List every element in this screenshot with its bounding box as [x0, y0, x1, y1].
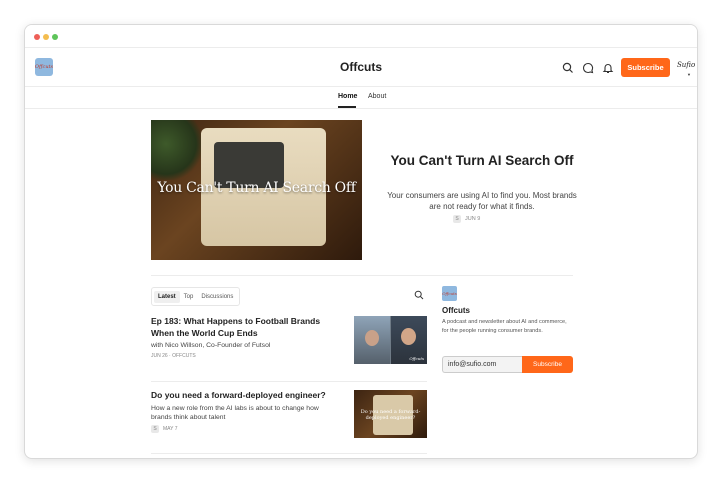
sidebar-publication-name[interactable]: Offcuts	[442, 306, 470, 315]
tab-latest[interactable]: Latest	[154, 290, 180, 303]
post-title[interactable]: Ep 183: What Happens to Football Brands …	[151, 316, 341, 339]
browser-window: Offcuts Offcuts Subscribe Sufio ▼ Home A…	[24, 24, 698, 459]
maximize-window-button[interactable]	[52, 34, 58, 40]
post-subtitle: How a new role from the AI labs is about…	[151, 405, 319, 421]
post-date: MAY 7	[163, 426, 178, 432]
post-thumbnail[interactable]: Do you need a forward-deployed engineer?	[354, 390, 427, 438]
sidebar-logo[interactable]: Offcuts	[442, 286, 457, 301]
minimize-window-button[interactable]	[43, 34, 49, 40]
chat-icon[interactable]	[582, 62, 594, 74]
featured-image-caption: You Can't Turn AI Search Off	[157, 180, 356, 196]
featured-post-date: JUN 9	[465, 216, 481, 222]
header-subscribe-button[interactable]: Subscribe	[621, 58, 670, 77]
guest-portrait	[365, 330, 379, 346]
sidebar-logo-text: Offcuts	[442, 291, 457, 296]
post-meta: JUN 26 · OFFCUTS	[151, 353, 196, 359]
bell-icon[interactable]	[602, 62, 614, 74]
chevron-down-icon[interactable]: ▼	[687, 72, 691, 77]
featured-post-image[interactable]: You Can't Turn AI Search Off	[151, 120, 362, 260]
tab-home[interactable]: Home	[338, 93, 357, 100]
post-title[interactable]: Do you need a forward-deployed engineer?	[151, 390, 341, 402]
featured-post-meta: S JUN 9	[453, 215, 480, 223]
list-divider	[151, 453, 427, 454]
post-meta: S MAY 7	[151, 425, 178, 433]
active-tab-underline	[338, 106, 356, 108]
thumbnail-logo-text: Offcuts	[409, 356, 424, 361]
tab-discussions[interactable]: Discussions	[197, 291, 237, 303]
window-titlebar	[25, 25, 697, 48]
sidebar-description: A podcast and newsletter about AI and co…	[442, 319, 567, 334]
section-divider	[151, 275, 573, 276]
host-portrait	[401, 328, 416, 345]
search-icon[interactable]	[562, 62, 574, 74]
tab-about[interactable]: About	[368, 93, 386, 100]
post-thumbnail[interactable]: Offcuts	[354, 316, 427, 364]
close-window-button[interactable]	[34, 34, 40, 40]
tab-top[interactable]: Top	[180, 291, 198, 303]
featured-post-title[interactable]: You Can't Turn AI Search Off	[382, 152, 582, 169]
nav-bar: Home About	[25, 86, 697, 109]
sidebar-subscribe-button[interactable]: Subscribe	[522, 356, 573, 373]
list-divider	[151, 381, 427, 382]
featured-post-subtitle: Your consumers are using AI to find you.…	[387, 191, 577, 211]
plant-decoration	[151, 120, 201, 180]
post-list-tabs: Latest Top Discussions	[151, 287, 241, 306]
thumbnail-caption: Do you need a forward-deployed engineer?	[360, 409, 421, 421]
site-title[interactable]: Offcuts	[25, 60, 697, 74]
site-header: Offcuts Offcuts Subscribe Sufio ▼	[25, 47, 697, 87]
author-avatar-icon: S	[151, 425, 159, 433]
author-avatar-icon: S	[453, 215, 461, 223]
search-icon[interactable]	[414, 290, 424, 300]
email-field[interactable]: info@sufio.com	[442, 356, 522, 373]
post-subtitle: with Nico Willson, Co-Founder of Futsol	[151, 342, 271, 349]
